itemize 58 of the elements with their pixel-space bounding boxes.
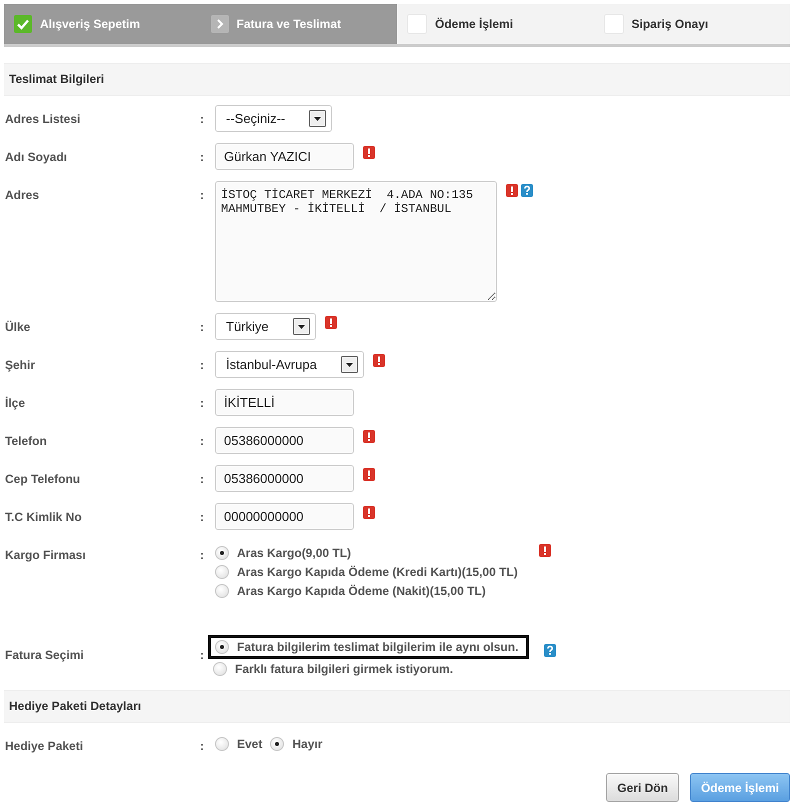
- radio-option[interactable]: Evet: [215, 737, 262, 751]
- field-label: Fatura Seçimi: [4, 647, 85, 662]
- colon: :: [200, 471, 205, 486]
- field-label: Adres: [4, 187, 40, 202]
- colon: :: [200, 509, 205, 524]
- colon: :: [200, 357, 205, 372]
- radio-button[interactable]: [213, 662, 227, 676]
- dropdown[interactable]: Türkiye: [215, 313, 316, 340]
- colon: :: [200, 187, 205, 202]
- radio-option[interactable]: Farklı fatura bilgileri girmek istiyorum.: [213, 662, 530, 676]
- radio-option[interactable]: Aras Kargo Kapıda Ödeme (Kredi Kartı)(15,00 TL): [215, 565, 518, 579]
- dropdown[interactable]: İstanbul-Avrupa: [215, 351, 364, 378]
- progress-step: Sipariş Onayı: [594, 4, 790, 44]
- field-label: Şehir: [4, 357, 36, 372]
- text-field[interactable]: 05386000000: [215, 427, 354, 454]
- progress-step: Alışveriş Sepetim: [4, 4, 200, 44]
- radio-option[interactable]: Aras Kargo(9,00 TL): [215, 546, 518, 560]
- help-icon[interactable]: [521, 184, 533, 197]
- colon: :: [200, 149, 205, 164]
- colon: :: [200, 647, 205, 662]
- field-label: Kargo Firması: [4, 547, 87, 562]
- radio-button[interactable]: [215, 565, 229, 579]
- colon: :: [200, 738, 205, 753]
- field-label: İlçe: [4, 395, 26, 410]
- check-icon: [14, 15, 32, 33]
- radio-button[interactable]: [215, 737, 229, 751]
- progress-step: Ödeme İşlemi: [397, 4, 594, 44]
- progress-step: Fatura ve Teslimat: [200, 4, 397, 44]
- radio-button[interactable]: [215, 584, 229, 598]
- text-field[interactable]: İKİTELLİ: [215, 389, 354, 416]
- colon: :: [200, 319, 205, 334]
- colon: :: [200, 395, 205, 410]
- field-label: Cep Telefonu: [4, 471, 82, 486]
- radio-option[interactable]: Fatura bilgilerim teslimat bilgilerim ile aynı olsun.: [215, 640, 518, 654]
- text-field[interactable]: Gürkan YAZICI: [215, 143, 354, 170]
- text-field[interactable]: 00000000000: [215, 503, 354, 530]
- field-label: Telefon: [4, 433, 48, 448]
- colon: :: [200, 433, 205, 448]
- radio-option[interactable]: Aras Kargo Kapıda Ödeme (Nakit)(15,00 TL): [215, 584, 518, 598]
- section-header: Hediye Paketi Detayları: [4, 690, 790, 723]
- radio-button[interactable]: [270, 737, 284, 751]
- colon: :: [200, 111, 205, 126]
- field-label: Hediye Paketi: [4, 738, 84, 753]
- colon: :: [200, 547, 205, 562]
- section-header: Teslimat Bilgileri: [4, 63, 790, 96]
- radio-button[interactable]: [215, 640, 229, 654]
- field-label: T.C Kimlik No: [4, 509, 83, 524]
- text-field[interactable]: 05386000000: [215, 465, 354, 492]
- field-label: Ülke: [4, 319, 32, 334]
- radio-button[interactable]: [215, 546, 229, 560]
- field-label: Adres Listesi: [4, 111, 82, 126]
- dropdown[interactable]: --Seçiniz--: [215, 105, 332, 132]
- address-field[interactable]: İSTOÇ TİCARET MERKEZİ 4.ADA NO:135 MAHMUTBEY - İKİTELLİ / İSTANBUL: [215, 181, 497, 302]
- radio-option[interactable]: Hayır: [270, 737, 322, 751]
- chevron-icon: [210, 15, 228, 33]
- back-button[interactable]: Geri Dön: [606, 773, 679, 802]
- field-label: Adı Soyadı: [4, 149, 68, 164]
- help-icon[interactable]: [544, 644, 556, 657]
